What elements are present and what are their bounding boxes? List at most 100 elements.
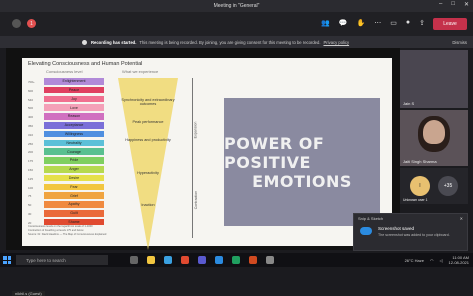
participant-foot-label: Unknown user 1 [403,198,428,202]
info-icon[interactable] [12,19,21,28]
chrome-icon[interactable] [181,256,189,264]
level-bar: Pride [44,157,104,164]
toast-title: Screenshot saved [378,226,415,231]
window-titlebar: Meeting in "General" – □ ✕ [0,0,473,12]
notification-toast[interactable]: Snip & Sketch ✕ Screenshot saved The scr… [353,213,468,251]
level-bar: Reason [44,113,104,120]
app-icon[interactable] [266,256,274,264]
minimize-button[interactable]: – [439,1,442,8]
excel-icon[interactable] [232,256,240,264]
maximize-button[interactable]: □ [451,1,455,8]
level-number: 175 [28,159,34,164]
level-number: 600 [28,88,34,93]
level-number: 100 [28,185,34,190]
edge-icon[interactable] [164,256,172,264]
level-number: 500 [28,106,34,111]
slide-title: Elevating Consciousness and Human Potent… [28,61,143,67]
clock[interactable]: 11:00 AM 12-08-2021 [449,255,469,265]
camera-icon[interactable]: ▭ [390,19,397,27]
level-number: 400 [28,115,34,120]
window-title: Meeting in "General" [213,3,260,9]
cloud-icon [360,227,372,235]
wifi-icon[interactable]: ◠ [430,258,434,263]
notification-badge: 1 [27,19,36,28]
level-bar: Peace [44,86,104,94]
powerpoint-icon[interactable] [249,256,257,264]
level-bar: Neutrality [44,139,104,147]
level-bar: Fear [44,183,104,191]
recording-icon [82,39,87,45]
system-tray: 26°C Haze ◠ ◁ 11:00 AM 12-08-2021 [405,255,469,265]
reactions-icon[interactable]: ✋ [357,19,366,27]
level-number: 540 [28,97,34,102]
windows-taskbar: Type here to search 26°C Haze ◠ ◁ 11:00 … [0,253,473,267]
privacy-policy-link[interactable]: Privacy policy [323,40,349,45]
column-header-levels: Consciousness level [46,69,83,74]
headline-line-1: POWER OF POSITIVE [224,133,325,172]
participant-face [423,120,445,144]
level-bar: Apathy [44,201,104,208]
column-header-experience: What we experience [122,69,159,74]
desc-happiness: Happiness and productivity [125,138,171,142]
level-number: 700+ [28,80,35,84]
dismiss-button[interactable]: Dismiss [452,40,467,45]
level-bar: Courage [44,148,104,155]
meeting-toolbar: 1 👥 💬 ✋ ⋯ ▭ ● ⇪ Leave [0,12,473,36]
level-number: 75 [28,194,32,199]
axis-line [192,78,193,238]
level-number: 150 [28,168,34,172]
level-number: 200 [28,150,34,155]
file-explorer-icon[interactable] [147,256,155,264]
level-bar: Anger [44,166,104,173]
level-number: 50 [28,203,32,208]
level-number: 250 [28,141,34,146]
share-icon[interactable]: ⇪ [419,19,425,27]
level-bar: Grief [44,192,104,199]
task-view-icon[interactable] [130,256,138,264]
footnote-1: Consciousness levels on the logarithmic … [28,225,93,228]
participant-tile-1[interactable]: Jain S [400,50,468,108]
desc-peak-performance: Peak performance [132,120,164,124]
participant-row: I +35 Unknown user 1 [400,168,468,204]
start-button[interactable] [3,256,11,264]
level-bar: Guilt [44,210,104,217]
level-number: 30 [28,212,32,216]
shared-screen: Elevating Consciousness and Human Potent… [6,48,400,296]
toast-app-name: Snip & Sketch [358,216,384,221]
mic-icon[interactable]: ● [406,19,410,27]
teams-icon[interactable] [198,256,206,264]
participant-name: Jaiti Singh Sharma [403,159,437,164]
level-bar: Acceptance [44,122,104,129]
footnote-2: Contraction of breathing at levels 175 a… [28,229,84,232]
volume-icon[interactable]: ◁ [439,258,442,263]
level-bar: Desire [44,174,104,182]
presentation-slide: Elevating Consciousness and Human Potent… [22,58,392,250]
clock-date: 12-08-2021 [448,260,469,265]
desc-inaction: Inaction [141,203,155,207]
level-number: 125 [28,176,34,181]
level-number: 350 [28,124,34,128]
level-bar: Enlightenment [44,78,104,85]
people-icon[interactable]: 👥 [321,19,330,27]
recording-message: This meeting is being recorded. By joini… [139,39,321,45]
leave-button[interactable]: Leave [433,18,467,30]
desc-synchronicity: Synchronicity and extraordinary outcomes [121,98,175,106]
level-bar: Joy [44,95,104,103]
toast-close-icon[interactable]: ✕ [460,216,463,221]
participant-tile-2[interactable]: Jaiti Singh Sharma [400,110,468,166]
more-icon[interactable]: ⋯ [374,19,381,27]
axis-label-contraction: Contraction [194,190,199,210]
more-participants-button[interactable]: +35 [438,176,458,196]
level-number: 310 [28,132,34,137]
word-icon[interactable] [215,256,223,264]
close-button[interactable]: ✕ [464,1,469,8]
taskbar-search-input[interactable]: Type here to search [16,255,108,265]
recording-title: Recording has started. [91,39,137,45]
level-bar: Willingness [44,130,104,138]
presenter-label: nikhil.s (Guest) [12,291,45,296]
headline-panel: POWER OF POSITIVE EMOTIONS [224,98,380,226]
chat-icon[interactable]: 💬 [339,19,348,27]
weather-text[interactable]: 26°C Haze [405,258,424,263]
toast-message: The screenshot was added to your clipboa… [378,233,450,237]
participant-avatar[interactable]: I [410,176,430,196]
